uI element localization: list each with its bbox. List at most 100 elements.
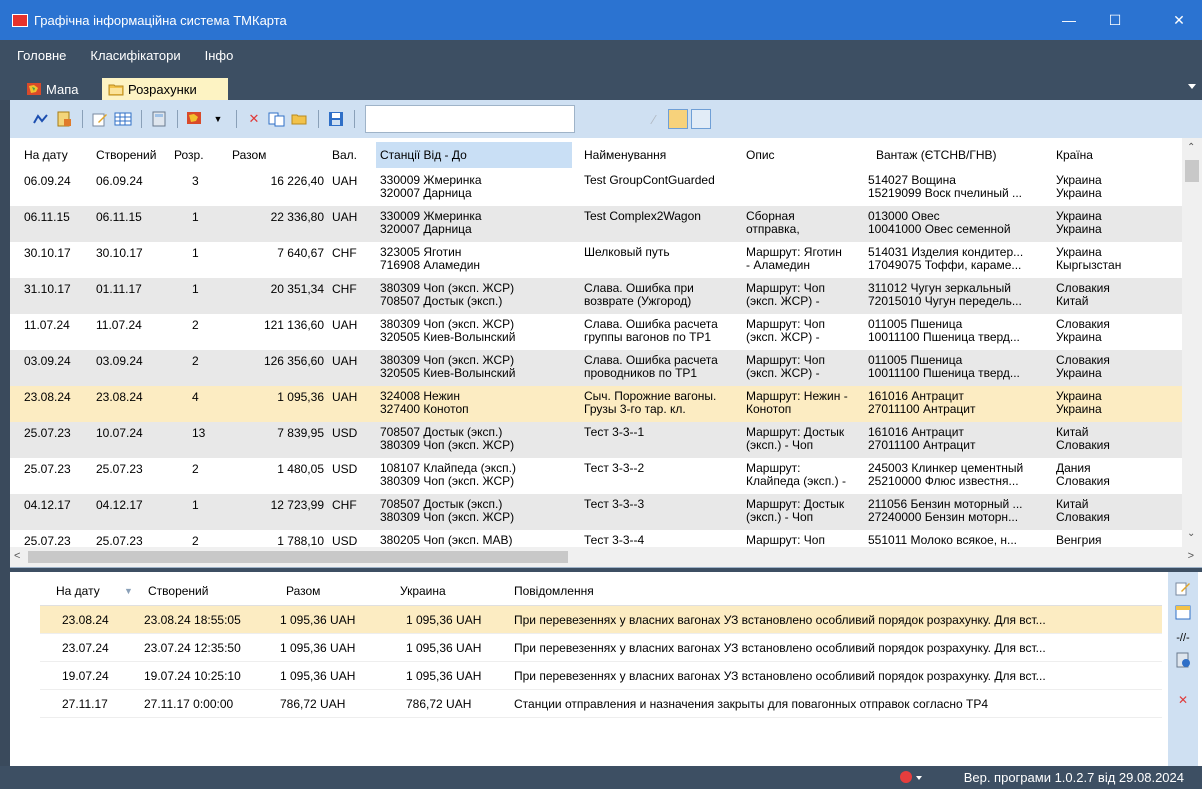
cell-created: 04.12.17 [96,498,143,512]
report-icon[interactable] [1175,652,1191,668]
power-icon[interactable] [900,771,912,783]
cell-date: 30.10.17 [24,246,71,260]
history-row[interactable]: 23.08.24 23.08.24 18:55:05 1 095,36 UAH 1 0… [40,606,1162,634]
col-header-date[interactable]: На дату [24,148,68,162]
menu-home[interactable]: Головне [10,45,73,66]
history-cell-created: 23.08.24 18:55:05 [144,613,241,627]
history-row[interactable]: 23.07.24 23.07.24 12:35:50 1 095,36 UAH 1 0… [40,634,1162,662]
filter-toggle-icon[interactable] [668,109,688,129]
cell-cargo: 245003 Клинкер цементный 25210000 Флюс из… [868,461,1024,488]
app-logo-icon [12,13,28,27]
cell-country: Словакия Китай [1056,281,1110,308]
cell-created: 23.08.24 [96,390,143,404]
col-header-currency[interactable]: Вал. [332,148,357,162]
history-col-message[interactable]: Повідомлення [514,584,594,598]
calculator-icon[interactable] [150,111,168,127]
close-button[interactable]: ✕ [1156,0,1202,40]
cell-cargo: 161016 Антрацит 27011100 Антрацит [868,389,976,416]
table-row[interactable]: 03.09.24 03.09.24 2 126 356,60 UAH 380309 Чоп… [10,350,1182,386]
history-cell-total: 1 095,36 UAH [280,669,356,683]
cell-total: 20 351,34 [270,282,324,296]
vertical-scroll-thumb[interactable] [1185,160,1199,182]
col-header-description[interactable]: Опис [746,148,775,162]
col-header-calc[interactable]: Розр. [174,148,204,162]
delete-icon[interactable]: ✕ [245,111,263,127]
cell-description: Маршрут: Клайпеда (эксп.) - [746,461,846,488]
chevron-down-icon[interactable]: ▼ [209,111,227,127]
cell-name: Слава. Ошибка расчета группы вагонов по Т… [584,317,718,344]
history-cell-ukraine: 1 095,36 UAH [406,641,482,655]
col-header-stations[interactable]: Станції Від - До [376,142,572,168]
history-col-date[interactable]: На дату [56,584,100,598]
minimize-button[interactable]: — [1046,0,1092,40]
cell-country: Украина Кыргызстан [1056,245,1122,272]
cell-calc: 2 [192,534,199,548]
history-cell-total: 1 095,36 UAH [280,613,356,627]
scroll-right-icon[interactable]: > [1188,550,1194,562]
maximize-button[interactable]: ☐ [1092,0,1138,40]
horizontal-scrollbar[interactable]: < > [10,547,1202,567]
col-header-created[interactable]: Створений [96,148,156,162]
cell-cargo: 011005 Пшеница 10011100 Пшеница тверд... [868,317,1020,344]
cell-country: Китай Словакия [1056,425,1110,452]
tab-list-dropdown-icon[interactable] [1188,84,1196,89]
col-header-name[interactable]: Найменування [584,148,666,162]
route-icon[interactable] [32,111,50,127]
calendar-toggle-icon[interactable] [691,109,711,129]
col-header-total[interactable]: Разом [232,148,266,162]
cell-date: 06.11.15 [24,210,70,224]
cell-country: Украина Украина [1056,173,1102,200]
history-col-created[interactable]: Створений [148,584,208,598]
table-row[interactable]: 25.07.23 10.07.24 13 7 839,95 USD 708507 Дост… [10,422,1182,458]
cell-currency: UAH [332,354,358,368]
edit-icon[interactable] [91,111,109,127]
scroll-up-icon[interactable]: ⌃ [1187,142,1195,153]
cell-stations: 380205 Чоп (эксп. МАВ) [380,533,513,547]
clear-search-icon[interactable]: ∕ [645,111,663,127]
table-icon[interactable] [114,111,132,127]
col-header-country[interactable]: Країна [1056,148,1093,162]
save-icon[interactable] [327,111,345,127]
open-folder-icon[interactable] [291,111,309,127]
delete-icon[interactable]: ✕ [1175,692,1191,708]
chevron-down-icon[interactable] [916,776,922,780]
separator-label[interactable]: -//- [1175,630,1191,646]
map-dropdown-icon[interactable] [186,111,204,127]
table-row[interactable]: 06.11.15 06.11.15 1 22 336,80 UAH 330009 Жмер… [10,206,1182,242]
calendar-icon[interactable] [1175,604,1191,620]
table-row[interactable]: 25.07.23 25.07.23 2 1 480,05 USD 108107 Клайп… [10,458,1182,494]
col-header-cargo[interactable]: Вантаж (ЄТСНВ/ГНВ) [876,148,997,162]
scroll-down-icon[interactable]: ⌄ [1187,528,1195,539]
cell-created: 10.07.24 [96,426,143,440]
document-icon[interactable] [55,111,73,127]
table-row[interactable]: 31.10.17 01.11.17 1 20 351,34 CHF 380309 Чоп … [10,278,1182,314]
cell-date: 04.12.17 [24,498,71,512]
edit-icon[interactable] [1175,580,1191,596]
table-row[interactable]: 06.09.24 06.09.24 3 16 226,40 UAH 330009 Жмер… [10,170,1182,206]
vertical-scrollbar[interactable]: ⌃ ⌄ [1182,138,1202,548]
scroll-left-icon[interactable]: < [14,550,20,562]
history-cell-ukraine: 1 095,36 UAH [406,613,482,627]
table-row[interactable]: 04.12.17 04.12.17 1 12 723,99 CHF 708507 Дост… [10,494,1182,530]
menu-classifiers[interactable]: Класифікатори [83,45,187,66]
cell-created: 06.09.24 [96,174,143,188]
menu-info[interactable]: Інфо [198,45,241,66]
tab-map[interactable]: Мапа [20,78,84,100]
cell-total: 1 095,36 [277,390,324,404]
search-input[interactable] [365,105,575,133]
cell-created: 11.07.24 [96,318,142,332]
tab-calculations[interactable]: Розрахунки [102,78,228,100]
table-row[interactable]: 30.10.17 30.10.17 1 7 640,67 CHF 323005 Яготи… [10,242,1182,278]
history-cell-date: 23.07.24 [62,641,109,655]
history-col-ukraine[interactable]: Украина [400,584,446,598]
horizontal-scroll-thumb[interactable] [28,551,568,563]
table-row[interactable]: 11.07.24 11.07.24 2 121 136,60 UAH 380309 Чоп… [10,314,1182,350]
copy-icon[interactable] [268,111,286,127]
cell-created: 30.10.17 [96,246,143,260]
tab-map-label: Мапа [46,81,79,97]
table-row[interactable]: 23.08.24 23.08.24 4 1 095,36 UAH 324008 Нежин… [10,386,1182,422]
cell-created: 25.07.23 [96,534,143,548]
history-col-total[interactable]: Разом [286,584,320,598]
history-row[interactable]: 27.11.17 27.11.17 0:00:00 786,72 UAH 786,72… [40,690,1162,718]
history-row[interactable]: 19.07.24 19.07.24 10:25:10 1 095,36 UAH 1 0… [40,662,1162,690]
